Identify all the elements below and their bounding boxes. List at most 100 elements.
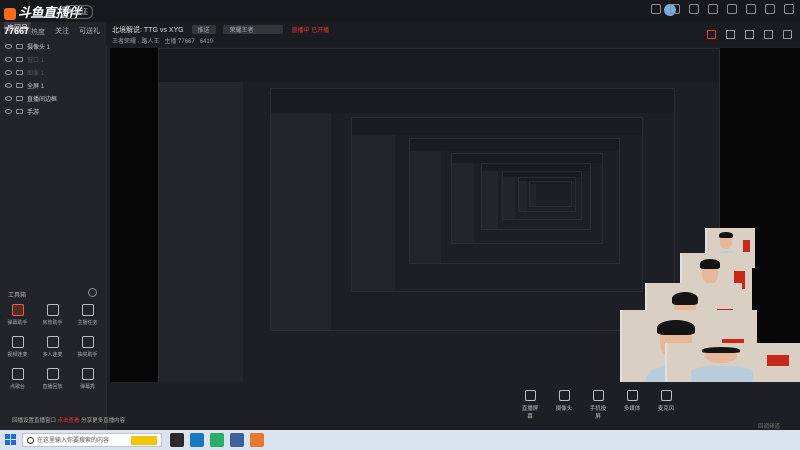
source-controls: 直播屏幕 摄像头 手机投屏 多媒体 麦克风 (520, 390, 676, 420)
task-view-icon[interactable] (170, 433, 184, 447)
lock-icon[interactable] (16, 83, 23, 88)
tool-button[interactable]: 视频连麦 (0, 336, 35, 358)
toolbox-more-icon[interactable] (88, 288, 97, 297)
screenshot-icon[interactable] (745, 30, 754, 39)
search-icon (27, 437, 34, 444)
skin-icon[interactable] (708, 4, 718, 14)
eye-icon[interactable] (5, 83, 12, 88)
tool-icon (46, 368, 59, 380)
bottom-note: 回播设置直播窗口 点击查看 分享更多直播内容 (12, 416, 125, 424)
tool-label: 多人连麦 (42, 352, 63, 358)
lock-icon[interactable] (16, 96, 23, 101)
control-icon (592, 390, 604, 401)
verify-badge[interactable]: 未认证 (62, 5, 93, 19)
app-icon[interactable] (230, 433, 244, 447)
note-suffix: 分享更多直播内容 (81, 418, 126, 424)
tool-button[interactable]: 点歌台 (0, 368, 35, 390)
viewer-count: 6410 (199, 39, 214, 45)
windows-start-icon[interactable] (5, 434, 16, 445)
control-icon (524, 390, 536, 401)
taskbar: 在这里输入你要搜索的内容 (0, 430, 800, 450)
edge-icon[interactable] (190, 433, 204, 447)
sub-info: 王者荣耀 · 路人王 主播 77667 6410 (112, 36, 213, 45)
scene-label: 摄像头 1 (27, 45, 51, 51)
category-chip[interactable]: 荣耀王者 (223, 25, 284, 34)
preview-stage[interactable] (110, 48, 800, 382)
home-icon[interactable] (764, 30, 773, 39)
lock-icon[interactable] (16, 109, 23, 114)
lock-icon[interactable] (16, 57, 23, 62)
taskbar-search-input[interactable]: 在这里输入你要搜索的内容 (22, 433, 162, 447)
control-label: 直播屏幕 (521, 406, 539, 420)
source-control-button[interactable]: 手机投屏 (588, 390, 608, 420)
maximize-icon[interactable] (765, 4, 775, 14)
scene-list: 摄像头 1 窗口 1 图像 1 全屏 1 直播间边框手游 (0, 40, 106, 118)
tool-button[interactable]: 主播任务 (70, 304, 105, 326)
control-icon (558, 390, 570, 401)
scene-label: 直播间边框 (27, 97, 58, 103)
tool-button[interactable]: 抽奖助手 (70, 336, 105, 358)
stat-gift: 可送礼 (78, 28, 100, 35)
lock-icon[interactable] (16, 44, 23, 49)
tool-label: 主播任务 (77, 320, 98, 326)
tool-button[interactable]: 弹幕助手 (0, 304, 35, 326)
host-label: 主播 (164, 39, 177, 45)
settings-icon[interactable] (689, 4, 699, 14)
tool-button[interactable]: 直播回放 (35, 368, 70, 390)
eye-icon[interactable] (5, 109, 12, 114)
source-control-button[interactable]: 直播屏幕 (520, 390, 540, 420)
push-chip[interactable]: 推送 (191, 25, 216, 34)
scene-item[interactable]: 手游 (0, 105, 106, 118)
scene-item[interactable]: 直播间边框 (0, 92, 106, 105)
scene-item[interactable]: 窗口 1 (0, 53, 106, 66)
tool-label: 点歌台 (9, 384, 25, 390)
lock-icon[interactable] (726, 30, 735, 39)
stat-follow: 关注 (54, 28, 69, 35)
toolbox-grid: 弹幕助手 房管助手 主播任务视频连麦 多人连麦 抽奖助手点歌台 直播回放 弹幕秀 (0, 304, 106, 390)
eye-icon[interactable] (5, 57, 12, 62)
tool-icon (46, 336, 59, 348)
eye-icon[interactable] (5, 96, 12, 101)
eye-icon[interactable] (5, 70, 12, 75)
source-control-button[interactable]: 麦克风 (656, 390, 676, 420)
tool-icon (11, 336, 24, 348)
tool-label: 房管助手 (42, 320, 63, 326)
close-icon[interactable] (784, 4, 794, 14)
source-control-button[interactable]: 多媒体 (622, 390, 642, 420)
tool-button[interactable]: 弹幕秀 (70, 368, 105, 390)
bottom-right-label: 回调频道 (757, 424, 780, 430)
match-title[interactable]: 北境解说: TTG vs XYG (112, 27, 184, 34)
logo-mark-icon (4, 7, 16, 20)
message-icon[interactable] (651, 4, 661, 14)
mail-icon[interactable] (670, 4, 680, 14)
share-icon[interactable] (783, 30, 792, 39)
douyu-icon[interactable] (250, 433, 264, 447)
match-title-row: 北境解说: TTG vs XYG 推送 荣耀王者 直播中 已开播 (112, 25, 329, 35)
search-placeholder: 在这里输入你要搜索的内容 (37, 438, 110, 444)
tool-button[interactable]: 房管助手 (35, 304, 70, 326)
nested-preview-frame (529, 180, 572, 207)
tool-label: 抽奖助手 (77, 352, 98, 358)
scene-item[interactable]: 图像 1 (0, 66, 106, 79)
scene-item[interactable]: 摄像头 1 (0, 40, 106, 53)
lock-icon[interactable] (16, 70, 23, 75)
tool-label: 直播回放 (42, 384, 63, 390)
control-label: 麦克风 (657, 406, 675, 412)
tool-icon (11, 368, 24, 380)
wechat-icon[interactable] (210, 433, 224, 447)
stats-row: 77667 热度 关注 可送礼 (4, 26, 104, 37)
scene-item[interactable]: 全屏 1 (0, 79, 106, 92)
game-label[interactable]: 王者荣耀 · 路人王 (112, 39, 159, 45)
control-icon (660, 390, 672, 401)
menu-icon[interactable] (727, 4, 737, 14)
eye-icon[interactable] (5, 44, 12, 49)
control-label: 手机投屏 (589, 406, 607, 420)
toolbox-title: 工具箱 (8, 293, 27, 299)
taskbar-apps (170, 433, 264, 447)
source-control-button[interactable]: 摄像头 (554, 390, 574, 420)
title-bar: 斗鱼直播伴侣 未认证 (0, 0, 800, 39)
record-icon[interactable] (707, 30, 716, 39)
note-link[interactable]: 点击查看 (58, 418, 80, 424)
minimize-icon[interactable] (746, 4, 756, 14)
tool-button[interactable]: 多人连麦 (35, 336, 70, 358)
